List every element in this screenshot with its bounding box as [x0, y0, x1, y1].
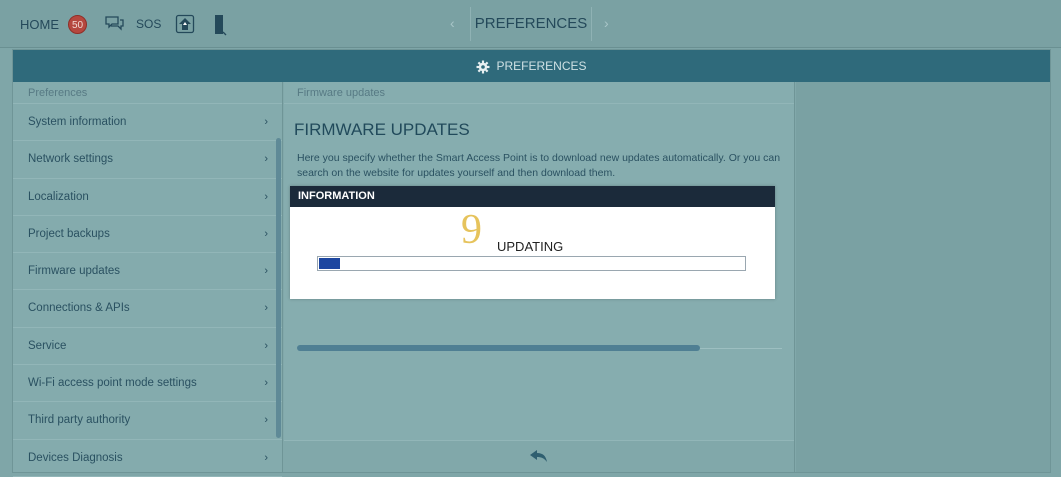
sidebar-item-localization[interactable]: Localization › [13, 179, 282, 216]
update-progress-fill [319, 258, 341, 269]
home-button[interactable]: HOME [20, 17, 59, 32]
sidebar-item-third-party-authority[interactable]: Third party authority › [13, 402, 282, 440]
chevron-right-icon: › [264, 190, 268, 203]
sidebar: Preferences System information › Network… [13, 82, 283, 477]
sidebar-item-label: Third party authority [28, 414, 131, 427]
section-title: FIRMWARE UPDATES [294, 120, 470, 139]
gear-icon [476, 60, 490, 74]
chevron-right-icon: › [264, 265, 268, 278]
chevron-right-icon: › [264, 451, 268, 464]
preferences-header: PREFERENCES [13, 50, 1050, 82]
sidebar-scrollbar[interactable] [276, 138, 281, 438]
nav-prev-button[interactable]: ‹ [450, 15, 455, 31]
sidebar-item-label: Project backups [28, 227, 110, 240]
sidebar-item-system-information[interactable]: System information › [13, 104, 282, 142]
notification-badge[interactable]: 50 [68, 15, 87, 34]
sidebar-item-label: Wi-Fi access point mode settings [28, 377, 197, 390]
update-progress-bar [317, 256, 746, 271]
countdown-number: 9 [461, 207, 482, 253]
upload-home-icon[interactable] [175, 14, 195, 39]
sidebar-item-service[interactable]: Service › [13, 328, 282, 366]
sidebar-item-label: System information [28, 116, 127, 128]
sidebar-item-project-backups[interactable]: Project backups › [13, 216, 282, 254]
sidebar-item-label: Network settings [28, 153, 114, 166]
download-progress-bar [297, 345, 782, 351]
update-status: UPDATING [497, 239, 564, 254]
chevron-right-icon: › [264, 414, 268, 427]
right-pane [796, 82, 1050, 472]
chevron-right-icon: › [264, 116, 268, 128]
top-bar: HOME 50 SOS ‹ PREFERENCES › [0, 0, 1061, 48]
sidebar-item-network-settings[interactable]: Network settings › [13, 141, 282, 179]
sidebar-item-label: Firmware updates [28, 265, 121, 278]
dialog-heading: INFORMATION [290, 186, 775, 207]
breadcrumb: Firmware updates [284, 82, 794, 104]
back-bar [284, 440, 794, 472]
sidebar-item-firmware-updates[interactable]: Firmware updates › [13, 253, 282, 291]
back-arrow-icon[interactable] [530, 450, 548, 464]
section-description: Here you specify whether the Smart Acces… [297, 152, 781, 179]
sidebar-item-label: Localization [28, 190, 89, 203]
chevron-right-icon: › [264, 302, 268, 315]
sidebar-item-devices-diagnosis[interactable]: Devices Diagnosis › [13, 440, 282, 477]
chevron-right-icon: › [264, 227, 268, 240]
sidebar-item-label: Service [28, 339, 67, 352]
sidebar-item-label: Devices Diagnosis [28, 451, 123, 464]
information-dialog: INFORMATION 9 UPDATING [290, 186, 775, 299]
chevron-right-icon: › [264, 377, 268, 390]
progress-fill [297, 345, 700, 351]
sidebar-item-label: Connections & APIs [28, 302, 130, 315]
chevron-right-icon: › [264, 339, 268, 352]
sidebar-heading: Preferences [13, 82, 282, 104]
nav-next-button[interactable]: › [604, 15, 609, 31]
sidebar-item-wifi-ap-mode[interactable]: Wi-Fi access point mode settings › [13, 365, 282, 403]
door-icon[interactable] [213, 14, 227, 41]
sos-button[interactable]: SOS [136, 17, 161, 31]
preferences-header-title: PREFERENCES [496, 59, 587, 73]
messages-icon[interactable] [104, 14, 124, 37]
page-title: PREFERENCES [470, 7, 592, 41]
sidebar-item-connections-apis[interactable]: Connections & APIs › [13, 290, 282, 328]
chevron-right-icon: › [264, 153, 268, 166]
